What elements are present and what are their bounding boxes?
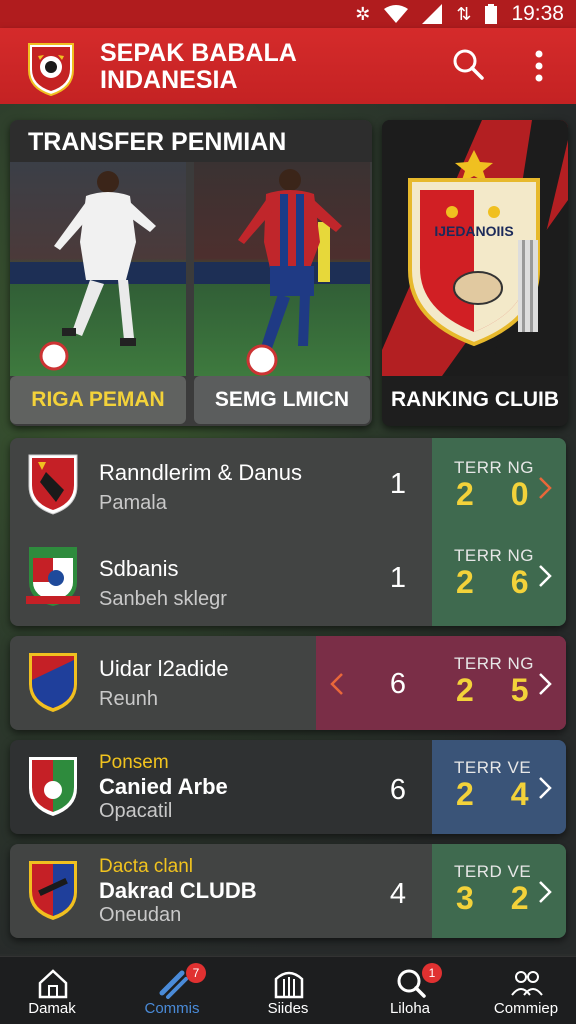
search-icon[interactable] (450, 46, 486, 82)
ranking-crest-text: IJEDANOIIS (434, 223, 513, 239)
stadium-icon (274, 971, 304, 999)
app-title-line1: SEPAK BABALA (100, 39, 297, 67)
home-icon (38, 969, 68, 999)
match-group-1: Ranndlerim & Danus Pamala 1 TERR NG 2 0 … (10, 438, 566, 626)
score-label: TERD VE (454, 862, 532, 881)
match-group-3: Ponsem Canied Arbe Opacatil 6 TERR VE 2 … (10, 740, 566, 834)
chevron-left-icon[interactable] (328, 672, 346, 696)
score-panel[interactable]: TERR NG 2 6 (432, 532, 566, 626)
team-sub: Opacatil (99, 800, 173, 822)
team-name: Sdbanis (99, 556, 179, 581)
rank-number: 1 (389, 562, 407, 594)
ranking-label: RANKING CLUIB (391, 388, 559, 411)
team-name: Ranndlerim & Danus (99, 460, 302, 485)
bottom-nav: Damak 7 Commis Siides 1 Liloha Commiep (0, 956, 576, 1024)
score-panel[interactable]: TERD VE 3 2 (432, 844, 566, 938)
chevron-right-icon[interactable] (536, 564, 554, 588)
nav-label: Commiep (493, 1000, 559, 1017)
score-label: TERR NG (454, 546, 534, 565)
club-crest-icon (29, 757, 77, 816)
rank-number: 6 (389, 668, 407, 700)
app-bar: SEPAK BABALA INDANESIA (0, 28, 576, 104)
signal-icon (422, 4, 443, 24)
status-bar: ✲ ⇅ 19:38 (0, 0, 576, 28)
nav-label: Siides (267, 1000, 309, 1017)
team-sub: Pamala (99, 492, 167, 514)
nav-item-search[interactable]: 1 Liloha (360, 957, 460, 1024)
score-value: 2 4 (456, 776, 543, 812)
table-row[interactable]: Ponsem Canied Arbe Opacatil 6 TERR VE 2 … (10, 740, 566, 834)
more-vertical-icon[interactable] (524, 46, 554, 86)
score-value: 3 2 (456, 880, 543, 916)
nav-label: Damak (28, 1000, 76, 1017)
team-name: Uidar l2adide (99, 656, 229, 681)
table-row[interactable]: Uidar l2adide Reunh 6 TERR NG 2 5 (10, 636, 566, 730)
notification-badge: 1 (422, 963, 442, 983)
comms-icon (159, 970, 188, 999)
nav-item-home[interactable]: Damak (2, 957, 102, 1024)
app-title: SEPAK BABALA INDANESIA (100, 40, 420, 94)
team-sub: Sanbeh sklegr (99, 588, 227, 610)
app-title-line2: INDANESIA (100, 66, 238, 94)
player-left-label[interactable]: RIGA PEMAN (10, 376, 186, 424)
table-row[interactable]: Sdbanis Sanbeh sklegr 1 TERR NG 2 6 (10, 532, 566, 626)
bluetooth-icon: ✲ (355, 3, 371, 24)
score-label: TERR NG (454, 654, 534, 673)
nav-item-comms[interactable]: 7 Commis (122, 957, 222, 1024)
player-photo-right[interactable] (194, 162, 370, 376)
nav-label: Commis (144, 1000, 200, 1017)
score-label: TERR NG (454, 458, 534, 477)
rank-number: 4 (389, 878, 407, 910)
rank-number: 6 (389, 774, 407, 806)
nav-item-slides[interactable]: Siides (238, 957, 338, 1024)
club-crest-icon (28, 454, 78, 515)
team-name: Dakrad CLUDB (99, 878, 257, 903)
chevron-right-icon[interactable] (536, 672, 554, 696)
chevron-right-icon[interactable] (536, 776, 554, 800)
score-panel[interactable]: TERR NG 2 5 (432, 636, 566, 730)
team-sub: Reunh (99, 688, 158, 710)
ranking-card[interactable]: IJEDANOIIS RANKING CLUIB (382, 120, 568, 426)
score-panel[interactable]: TERR VE 2 4 (432, 740, 566, 834)
battery-icon (485, 4, 498, 24)
nav-item-community[interactable]: Commiep (476, 957, 576, 1024)
player-photo-left[interactable] (10, 162, 186, 376)
score-value: 2 5 (456, 672, 543, 708)
notification-badge: 7 (186, 963, 206, 983)
transfer-title: TRANSFER PENMIAN (10, 120, 372, 162)
club-crest-icon (29, 653, 77, 712)
club-crest-icon (29, 861, 77, 920)
people-icon (511, 971, 543, 996)
score-panel[interactable]: TERR NG 2 0 (432, 438, 566, 532)
score-label: TERR VE (454, 758, 532, 777)
rank-number: 1 (389, 468, 407, 500)
nav-label: Liloha (389, 1000, 431, 1017)
ranking-crest-graphic: IJEDANOIIS (382, 120, 568, 376)
club-crest-icon (26, 547, 80, 606)
app-logo-crest (28, 43, 74, 96)
match-group-2: Uidar l2adide Reunh 6 TERR NG 2 5 (10, 636, 566, 730)
wifi-icon (384, 5, 409, 23)
team-name: Canied Arbe (99, 774, 228, 799)
match-group-4: Dacta clanl Dakrad CLUDB Oneudan 4 TERD … (10, 844, 566, 938)
data-icon: ⇅ (456, 3, 472, 24)
team-sub: Oneudan (99, 904, 182, 926)
score-value: 2 0 (456, 476, 543, 512)
chevron-right-icon[interactable] (536, 476, 554, 500)
table-row[interactable]: Dacta clanl Dakrad CLUDB Oneudan 4 TERD … (10, 844, 566, 938)
team-tag: Dacta clanl (99, 856, 193, 877)
score-value: 2 6 (456, 564, 543, 600)
chevron-right-icon[interactable] (536, 880, 554, 904)
player-right-label[interactable]: SEMG LMICN (194, 376, 370, 424)
table-row[interactable]: Ranndlerim & Danus Pamala 1 TERR NG 2 0 (10, 438, 566, 532)
team-tag: Ponsem (99, 752, 169, 773)
clock: 19:38 (511, 2, 564, 25)
